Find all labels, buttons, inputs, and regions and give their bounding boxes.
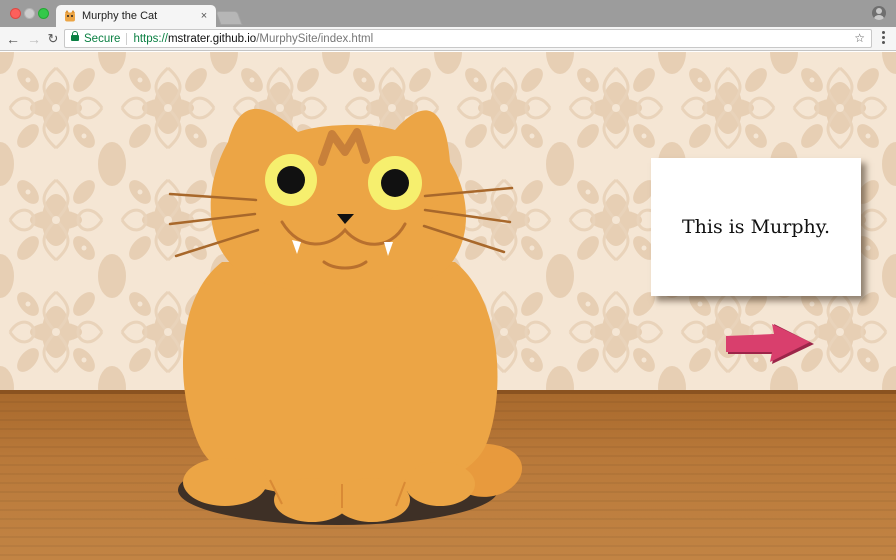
bookmark-star-icon[interactable]: ☆ bbox=[854, 31, 865, 45]
tab-title: Murphy the Cat bbox=[82, 10, 158, 22]
browser-toolbar: ← → ↻ Secure https:// mstrater.github.io… bbox=[0, 27, 896, 51]
tab-close-icon[interactable]: × bbox=[198, 10, 210, 22]
url-scheme: https:// bbox=[133, 32, 168, 45]
caption-text: This is Murphy. bbox=[681, 216, 831, 238]
back-button[interactable]: ← bbox=[4, 30, 22, 48]
address-separator bbox=[126, 32, 128, 45]
window-minimize-button[interactable] bbox=[24, 8, 35, 19]
new-tab-button[interactable] bbox=[215, 11, 243, 25]
address-bar[interactable]: Secure https:// mstrater.github.io /Murp… bbox=[64, 29, 872, 48]
window-close-button[interactable] bbox=[10, 8, 21, 19]
lock-icon bbox=[71, 31, 79, 44]
caption-card: This is Murphy. bbox=[651, 158, 861, 296]
cat-favicon-icon bbox=[65, 10, 75, 22]
page-viewport: This is Murphy. bbox=[0, 52, 896, 560]
next-arrow-button[interactable] bbox=[724, 322, 816, 366]
url-path: /MurphySite/index.html bbox=[256, 32, 374, 45]
browser-menu-icon[interactable] bbox=[882, 31, 886, 47]
title-bar: Murphy the Cat × bbox=[0, 0, 896, 27]
forward-button[interactable]: → bbox=[25, 30, 43, 48]
reload-button[interactable]: ↻ bbox=[44, 30, 62, 48]
url-host: mstrater.github.io bbox=[167, 32, 257, 45]
profile-avatar-icon[interactable] bbox=[872, 6, 886, 20]
secure-label: Secure bbox=[84, 32, 121, 45]
murphy-cat-illustration[interactable] bbox=[0, 52, 600, 560]
browser-tab-active[interactable]: Murphy the Cat × bbox=[56, 5, 216, 27]
window-maximize-button[interactable] bbox=[38, 8, 49, 19]
